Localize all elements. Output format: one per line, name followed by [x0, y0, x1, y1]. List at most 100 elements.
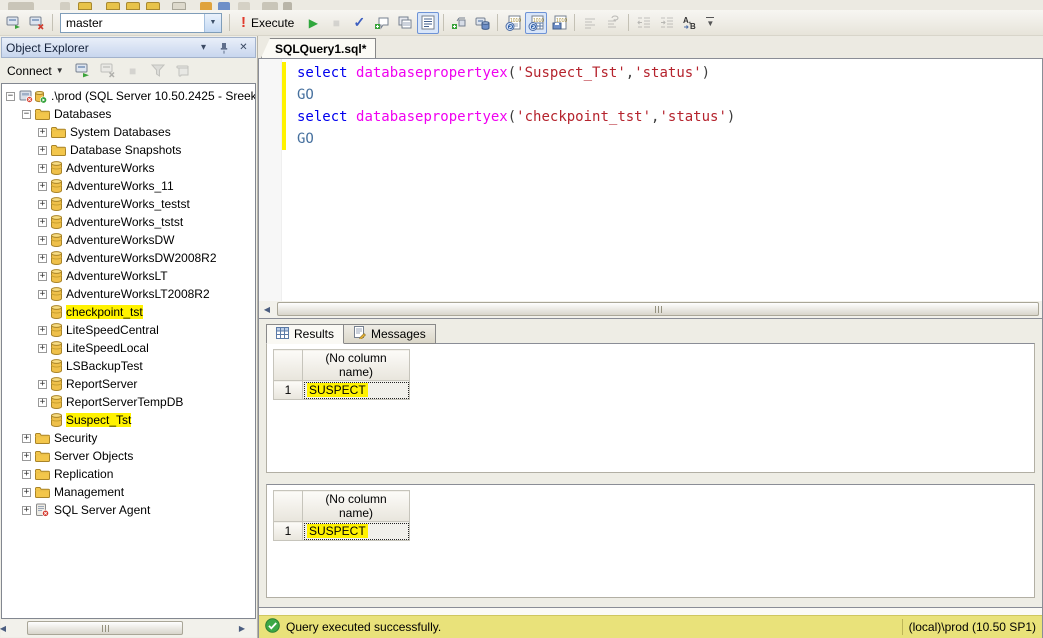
- expand-icon[interactable]: +: [38, 398, 47, 407]
- code-area[interactable]: select databasepropertyex('Suspect_Tst',…: [286, 59, 1042, 301]
- tree-item[interactable]: +SQL Server Agent: [2, 501, 255, 519]
- grid-row-header[interactable]: 1: [274, 522, 303, 541]
- expand-icon[interactable]: +: [38, 236, 47, 245]
- scroll-left-icon[interactable]: ◀: [259, 301, 275, 318]
- collapse-icon[interactable]: −: [6, 92, 15, 101]
- database-icon: [51, 377, 62, 391]
- a-to-b-substitution-icon[interactable]: A,B: [679, 12, 701, 34]
- collapse-icon[interactable]: −: [22, 110, 31, 119]
- tree-item[interactable]: +AdventureWorksDW2008R2: [2, 249, 255, 267]
- scroll-left-icon[interactable]: ◀: [0, 620, 11, 637]
- tree-item[interactable]: +ReportServer: [2, 375, 255, 393]
- tab-messages[interactable]: Messages: [343, 324, 436, 344]
- expand-icon[interactable]: +: [22, 434, 31, 443]
- tree-item[interactable]: +Replication: [2, 465, 255, 483]
- disconnect-icon[interactable]: [26, 12, 48, 34]
- expand-icon[interactable]: +: [38, 128, 47, 137]
- expand-icon[interactable]: +: [38, 182, 47, 191]
- grid-cell[interactable]: SUSPECT: [303, 522, 410, 541]
- expand-icon[interactable]: +: [38, 344, 47, 353]
- expand-icon[interactable]: +: [22, 470, 31, 479]
- window-position-icon[interactable]: ▾: [196, 40, 211, 55]
- tree-item-label: Databases: [54, 107, 111, 121]
- tab-results-label: Results: [294, 327, 334, 341]
- scrollbar-thumb[interactable]: [27, 621, 183, 635]
- query-options-icon[interactable]: [417, 12, 439, 34]
- expand-icon[interactable]: +: [22, 506, 31, 515]
- sql-editor[interactable]: select databasepropertyex('Suspect_Tst',…: [258, 58, 1043, 301]
- change-connection-icon[interactable]: [3, 12, 25, 34]
- editor-hscrollbar[interactable]: ◀: [258, 301, 1043, 318]
- scroll-right-icon[interactable]: ▶: [234, 620, 250, 637]
- tree-item-label: LSBackupTest: [66, 359, 143, 373]
- results-to-grid-icon[interactable]: 1010: [525, 12, 547, 34]
- client-statistics-icon[interactable]: [471, 12, 493, 34]
- scrollbar-thumb[interactable]: [277, 302, 1039, 316]
- tab-results[interactable]: Results: [266, 324, 344, 344]
- tree-item[interactable]: LSBackupTest: [2, 357, 255, 375]
- execution-plan-icon[interactable]: [394, 12, 416, 34]
- database-icon: [51, 341, 62, 355]
- template-parameters-icon[interactable]: [371, 12, 393, 34]
- results-to-file-icon[interactable]: 1010: [548, 12, 570, 34]
- tree-item-label: LiteSpeedCentral: [66, 323, 159, 337]
- tree-item[interactable]: +AdventureWorks: [2, 159, 255, 177]
- expand-icon[interactable]: +: [22, 488, 31, 497]
- expand-icon[interactable]: +: [38, 164, 47, 173]
- tree-item[interactable]: +LiteSpeedLocal: [2, 339, 255, 357]
- expand-icon[interactable]: +: [38, 200, 47, 209]
- close-icon[interactable]: ✕: [236, 40, 251, 55]
- available-databases-combo[interactable]: master ▼: [60, 13, 222, 33]
- execute-button[interactable]: ! Execute: [234, 12, 301, 34]
- tree-item[interactable]: +Management: [2, 483, 255, 501]
- tree-item[interactable]: +Security: [2, 429, 255, 447]
- expand-icon[interactable]: +: [38, 146, 47, 155]
- tree-item[interactable]: + Server Objects: [2, 447, 255, 465]
- tree-item[interactable]: +AdventureWorksLT: [2, 267, 255, 285]
- chevron-down-icon[interactable]: ▼: [204, 14, 221, 32]
- tree-item[interactable]: +ReportServerTempDB: [2, 393, 255, 411]
- tree-item[interactable]: +AdventureWorksDW: [2, 231, 255, 249]
- database-tuning-advisor-icon[interactable]: [448, 12, 470, 34]
- connect-server-icon[interactable]: [72, 60, 94, 82]
- debug-play-icon[interactable]: ▶: [302, 12, 324, 34]
- expand-icon[interactable]: +: [38, 326, 47, 335]
- toolbar-overflow-icon[interactable]: ▼: [702, 15, 718, 30]
- available-databases-value: master: [61, 14, 204, 32]
- tree-item[interactable]: −.\prod (SQL Server 10.50.2425 - Sreekan: [2, 87, 255, 105]
- tree-item[interactable]: + LiteSpeedCentral: [2, 321, 255, 339]
- parse-check-icon[interactable]: ✓: [348, 12, 370, 34]
- result-grid-1[interactable]: (No column name)1SUSPECT: [266, 343, 1035, 473]
- expand-icon[interactable]: +: [38, 272, 47, 281]
- tree-item[interactable]: +AdventureWorksLT2008R2: [2, 285, 255, 303]
- result-grid-2[interactable]: (No column name)1SUSPECT: [266, 484, 1035, 598]
- tab-sqlquery1[interactable]: SQLQuery1.sql*: [261, 38, 376, 58]
- tree-item[interactable]: − Databases: [2, 105, 255, 123]
- tree-item-label: Server Objects: [54, 449, 133, 463]
- connect-button[interactable]: Connect ▼: [2, 62, 69, 80]
- expand-icon[interactable]: +: [38, 290, 47, 299]
- tree-item-label: Suspect_Tst: [66, 413, 131, 427]
- tree-item[interactable]: +AdventureWorks_11: [2, 177, 255, 195]
- tree-item[interactable]: +Database Snapshots: [2, 141, 255, 159]
- tree-item[interactable]: checkpoint_tst: [2, 303, 255, 321]
- grid-row-header[interactable]: 1: [274, 381, 303, 400]
- expand-icon[interactable]: +: [22, 452, 31, 461]
- expand-icon[interactable]: +: [38, 218, 47, 227]
- object-explorer-hscrollbar[interactable]: ◀ ▶: [1, 620, 256, 637]
- pin-icon[interactable]: [216, 40, 231, 55]
- grid-cell[interactable]: SUSPECT: [303, 381, 410, 400]
- expand-icon[interactable]: +: [38, 254, 47, 263]
- tree-item[interactable]: +AdventureWorks_testst: [2, 195, 255, 213]
- results-to-text-icon[interactable]: 1010: [502, 12, 524, 34]
- expand-icon[interactable]: +: [38, 380, 47, 389]
- grid-column-header[interactable]: (No column name): [303, 491, 410, 522]
- grid-corner[interactable]: [274, 491, 303, 522]
- tree-item[interactable]: +System Databases: [2, 123, 255, 141]
- database-icon: [51, 269, 62, 283]
- tree-item[interactable]: +AdventureWorks_tstst: [2, 213, 255, 231]
- grid-corner[interactable]: [274, 350, 303, 381]
- grid-column-header[interactable]: (No column name): [303, 350, 410, 381]
- clipped-icon: [218, 2, 230, 10]
- tree-item[interactable]: Suspect_Tst: [2, 411, 255, 429]
